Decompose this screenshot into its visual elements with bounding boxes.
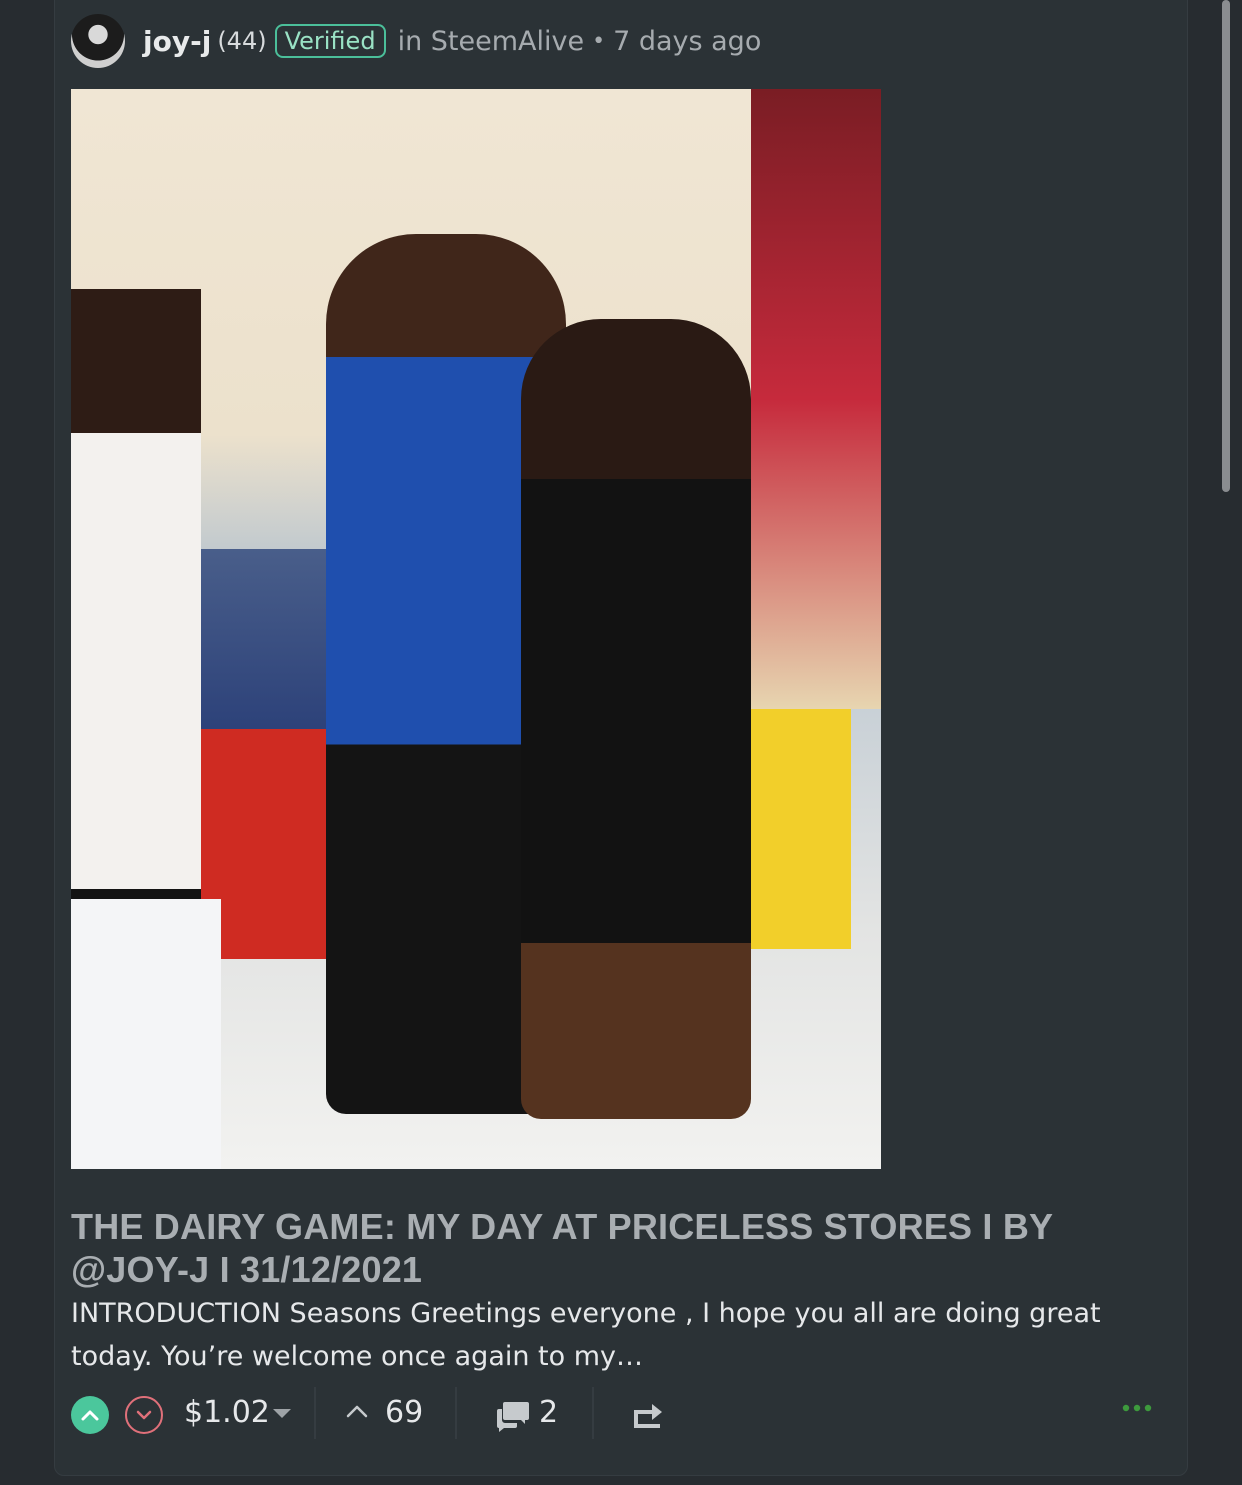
scrollbar[interactable] bbox=[1222, 0, 1230, 492]
upvote-button[interactable] bbox=[71, 1396, 109, 1434]
downvote-button[interactable] bbox=[125, 1396, 163, 1434]
community-link[interactable]: in SteemAlive bbox=[398, 26, 585, 57]
image-region-counter bbox=[71, 899, 221, 1169]
upvote-chevron-icon bbox=[81, 1410, 99, 1421]
post-footer: $1.02 69 2 bbox=[71, 1387, 1161, 1441]
reblog-arrow-icon[interactable] bbox=[632, 1400, 666, 1430]
author-name[interactable]: joy-j bbox=[143, 25, 211, 58]
vote-count[interactable]: 69 bbox=[385, 1395, 423, 1430]
footer-divider bbox=[314, 1387, 316, 1439]
footer-divider bbox=[455, 1387, 457, 1439]
post-header: joy-j (44) Verified in SteemAlive • 7 da… bbox=[71, 14, 761, 68]
comment-count[interactable]: 2 bbox=[539, 1395, 558, 1430]
post-title[interactable]: THE DAIRY GAME: MY DAY AT PRICELESS STOR… bbox=[71, 1205, 1111, 1291]
speech-bubble-icon[interactable] bbox=[495, 1399, 531, 1433]
post-timestamp[interactable]: 7 days ago bbox=[613, 26, 761, 57]
author-reputation: (44) bbox=[217, 27, 267, 55]
ellipsis-icon[interactable] bbox=[1121, 1403, 1153, 1413]
verified-badge: Verified bbox=[274, 24, 386, 58]
chevron-up-icon[interactable] bbox=[345, 1403, 369, 1419]
avatar[interactable] bbox=[71, 14, 125, 68]
footer-divider bbox=[592, 1387, 594, 1439]
image-region-wall bbox=[751, 89, 881, 709]
payout-value[interactable]: $1.02 bbox=[184, 1395, 270, 1430]
separator-dot: • bbox=[592, 28, 606, 54]
post-image[interactable] bbox=[71, 89, 881, 1169]
image-region-woman bbox=[521, 319, 751, 1119]
downvote-chevron-icon bbox=[136, 1410, 152, 1420]
post-excerpt[interactable]: INTRODUCTION Seasons Greetings everyone … bbox=[71, 1292, 1161, 1378]
caret-down-icon[interactable] bbox=[273, 1409, 291, 1418]
